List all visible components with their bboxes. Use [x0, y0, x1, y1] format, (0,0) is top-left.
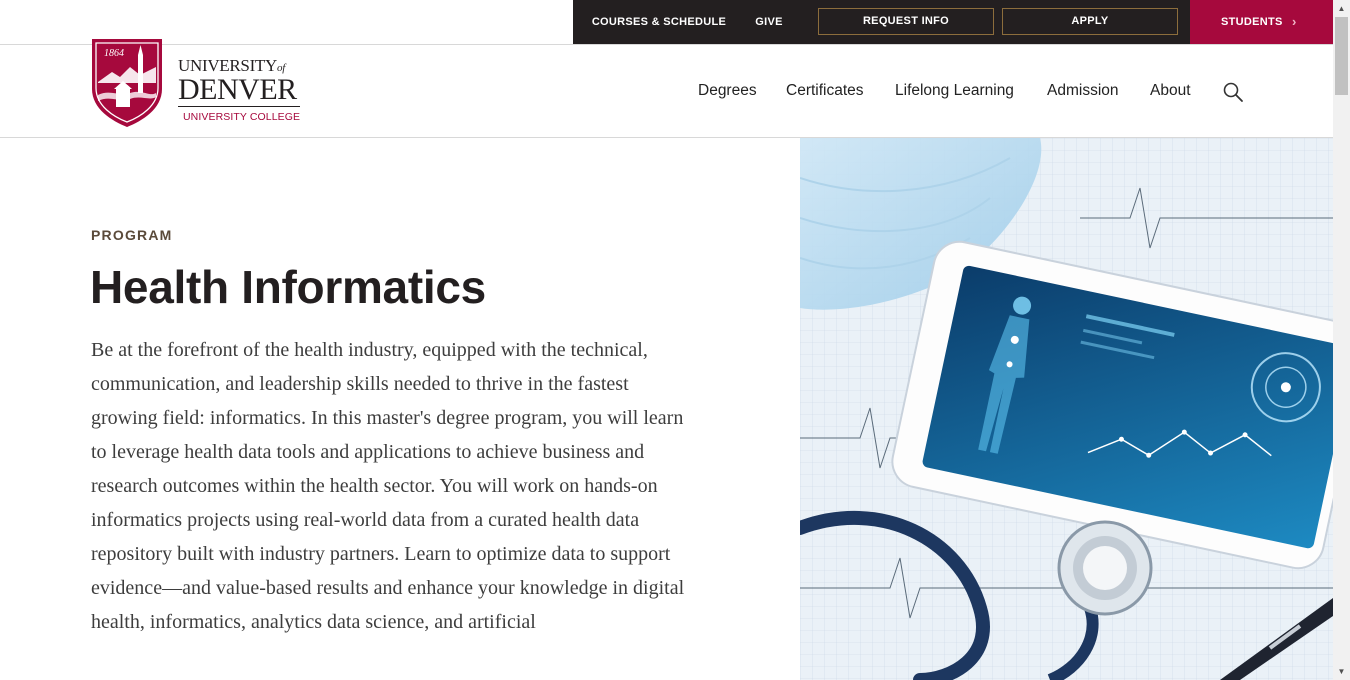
search-icon[interactable] [1222, 81, 1244, 103]
scrollbar[interactable]: ▲ ▼ [1333, 0, 1350, 680]
request-info-button[interactable]: REQUEST INFO [818, 8, 994, 35]
nav-item-degrees[interactable]: Degrees [698, 45, 757, 137]
chevron-right-icon: › [1292, 14, 1297, 29]
nav-item-lifelong-learning[interactable]: Lifelong Learning [895, 45, 1014, 137]
page-title: Health Informatics [90, 261, 486, 313]
scrollbar-thumb[interactable] [1335, 17, 1348, 95]
crest-logo: 1864 [92, 39, 162, 127]
nav-item-certificates[interactable]: Certificates [786, 45, 864, 137]
nav-item-admission[interactable]: Admission [1047, 45, 1119, 137]
program-eyebrow: PROGRAM [91, 227, 173, 243]
hero-image [800, 138, 1333, 680]
wordmark-college: UNIVERSITY COLLEGE [183, 111, 301, 123]
scroll-up-icon[interactable]: ▲ [1333, 0, 1350, 17]
apply-button[interactable]: APPLY [1002, 8, 1178, 35]
nav-item-about[interactable]: About [1150, 45, 1191, 137]
wordmark-divider [178, 106, 300, 107]
students-label: STUDENTS [1221, 16, 1283, 28]
wordmark-denver: DENVER [178, 73, 297, 106]
utility-bar: COURSES & SCHEDULE GIVE REQUEST INFO APP… [0, 0, 1333, 44]
program-description: Be at the forefront of the health indust… [91, 339, 685, 633]
wordmark: UNIVERSITYof DENVER UNIVERSITY COLLEGE [178, 57, 302, 123]
hero-illustration [800, 138, 1333, 680]
give-link[interactable]: GIVE [745, 0, 793, 44]
site-header: 1864 UNIVERSITYof DENVER UNIVERSITY COLL… [0, 39, 1333, 138]
courses-schedule-link[interactable]: COURSES & SCHEDULE [585, 0, 733, 44]
students-button[interactable]: STUDENTS › [1190, 0, 1333, 44]
scroll-down-icon[interactable]: ▼ [1333, 663, 1350, 680]
crest-year: 1864 [104, 48, 124, 59]
